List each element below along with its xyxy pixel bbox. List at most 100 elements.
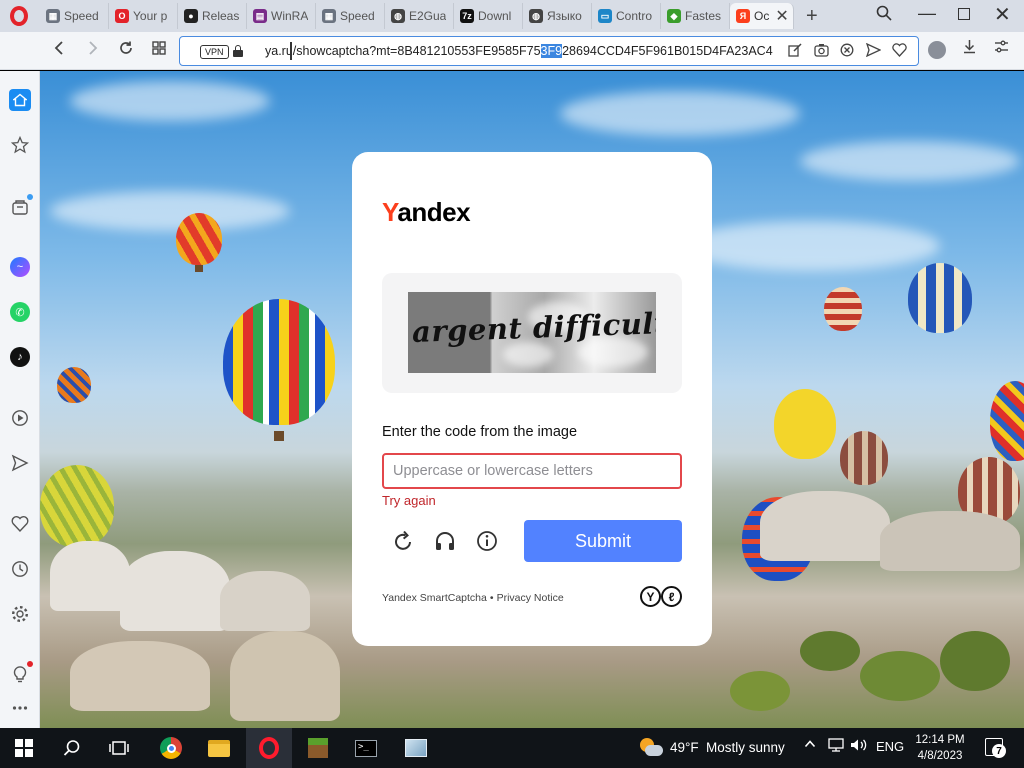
search-icon <box>63 740 80 756</box>
sliders-icon <box>995 40 1008 53</box>
network-icon[interactable] <box>828 738 844 755</box>
taskbar-search-button[interactable] <box>60 736 84 760</box>
lock-icon[interactable] <box>233 45 243 57</box>
profile-avatar-icon[interactable] <box>928 41 946 59</box>
snapshot-button[interactable] <box>814 43 829 60</box>
task-view-button[interactable] <box>107 736 131 760</box>
url-text[interactable]: ya.ru/showcaptcha?mt=8B481210553FE9585F7… <box>265 44 773 58</box>
clock-time: 12:14 PM <box>915 734 965 746</box>
reload-button[interactable] <box>118 40 134 61</box>
hot-air-balloon <box>176 213 222 265</box>
tab-6[interactable]: ◍ E2Gua <box>385 3 454 29</box>
audio-captcha-button[interactable] <box>432 528 458 554</box>
tab-2[interactable]: O Your p <box>109 3 178 29</box>
vpn-badge[interactable]: VPN <box>200 45 229 59</box>
forward-button[interactable] <box>86 40 100 61</box>
sidebar-bookmarks-icon[interactable] <box>9 134 31 156</box>
language-indicator[interactable]: ENG <box>876 739 904 754</box>
sidebar-favorites-icon[interactable] <box>9 513 31 535</box>
ad-blocker-button[interactable] <box>840 43 854 60</box>
yandex-logo: Yandex <box>382 197 471 228</box>
tab-10[interactable]: ◆ Fastes <box>661 3 730 29</box>
opera-logo-icon <box>10 6 28 26</box>
text-cursor-icon <box>288 42 294 60</box>
tab-search-button[interactable] <box>876 5 892 26</box>
opera-menu-button[interactable] <box>6 4 32 28</box>
heart-icon <box>892 43 907 57</box>
captcha-image: argent difficultly <box>408 292 656 373</box>
close-tab-icon[interactable]: ✕ <box>775 6 788 26</box>
monitor-icon: ▭ <box>598 9 612 23</box>
taskbar-minecraft-button[interactable] <box>306 736 330 760</box>
smartcaptcha-brand-link[interactable]: Yandex SmartCaptcha <box>382 592 487 604</box>
taskbar-chrome-button[interactable] <box>159 736 183 760</box>
start-button[interactable] <box>12 736 36 760</box>
tab-label: Releas <box>202 9 240 23</box>
tab-3[interactable]: ● Releas <box>178 3 247 29</box>
grass-block-icon <box>308 738 328 758</box>
maximize-button[interactable] <box>958 8 970 20</box>
bookmark-button[interactable] <box>892 43 907 60</box>
sidebar-tiktok-icon[interactable]: ♪ <box>10 347 30 367</box>
sidebar-send-icon[interactable] <box>9 452 31 474</box>
smartcaptcha-logo-icon: Y ℓ <box>640 586 684 608</box>
hot-air-balloon <box>908 263 972 333</box>
taskbar-opera-button[interactable] <box>246 728 292 768</box>
send-icon <box>865 42 882 58</box>
taskbar-terminal-button[interactable]: >_ <box>354 736 378 760</box>
tab-8[interactable]: ◍ Языко <box>523 3 592 29</box>
hot-air-balloon <box>223 299 335 425</box>
tab-9[interactable]: ▭ Contro <box>592 3 661 29</box>
submit-button[interactable]: Submit <box>524 520 682 562</box>
tab-11[interactable]: Я Oc ✕ <box>730 3 794 29</box>
sidebar-settings-icon[interactable] <box>9 603 31 625</box>
tab-snapshot-button[interactable] <box>151 40 167 61</box>
downloads-button[interactable] <box>962 39 977 58</box>
yandex-icon: Я <box>736 9 750 23</box>
sidebar-tips-icon[interactable] <box>9 661 33 685</box>
yandex-logo-y: Y <box>382 197 398 227</box>
sidebar-player-icon[interactable] <box>9 407 31 429</box>
taskbar-app-button[interactable] <box>404 736 428 760</box>
tab-7[interactable]: 7z Downl <box>454 3 523 29</box>
close-window-button[interactable]: ✕ <box>994 2 1011 27</box>
sidebar-whatsapp-icon[interactable]: ✆ <box>10 302 30 322</box>
privacy-notice-link[interactable]: Privacy Notice <box>497 592 564 604</box>
url-text-before: ya.ru/showcaptcha?mt=8B481210553FE9585F7… <box>265 44 541 58</box>
pencil-icon <box>788 43 802 57</box>
tab-1[interactable]: ▦ Speed <box>40 3 109 29</box>
sidebar-home-icon[interactable] <box>9 89 31 111</box>
sidebar-more-icon[interactable] <box>9 697 31 719</box>
send-button[interactable] <box>865 42 882 60</box>
weather-icon[interactable] <box>640 737 664 759</box>
weather-condition[interactable]: Mostly sunny <box>706 740 785 755</box>
volume-icon[interactable] <box>850 738 868 755</box>
sidebar-messenger-icon[interactable]: ~ <box>10 257 30 277</box>
tab-5[interactable]: ▦ Speed <box>316 3 385 29</box>
windows-logo-icon <box>15 739 33 757</box>
edit-url-button[interactable] <box>788 43 802 60</box>
taskbar-clock[interactable]: 12:14 PM 4/8/2023 <box>912 732 968 764</box>
captcha-info-button[interactable] <box>474 528 500 554</box>
tab-4[interactable]: ▤ WinRA <box>247 3 316 29</box>
hot-air-balloon <box>57 367 91 403</box>
back-button[interactable] <box>52 40 66 61</box>
easy-setup-button[interactable] <box>994 39 1009 58</box>
bluestacks-icon: ◆ <box>667 9 681 23</box>
sidebar-wallet-icon[interactable] <box>9 194 33 218</box>
weather-temperature[interactable]: 49°F <box>670 740 699 755</box>
refresh-icon <box>395 530 411 550</box>
refresh-captcha-button[interactable] <box>390 528 416 554</box>
task-view-icon <box>109 741 129 755</box>
captcha-code-input[interactable] <box>382 453 682 489</box>
sidebar-history-icon[interactable] <box>9 558 31 580</box>
new-tab-button[interactable]: + <box>806 5 818 28</box>
minimize-button[interactable]: — <box>918 3 936 24</box>
captcha-prompt-label: Enter the code from the image <box>382 424 578 440</box>
captcha-card: Yandex argent difficultly Enter the code… <box>352 152 712 646</box>
taskbar-file-explorer-button[interactable] <box>207 736 231 760</box>
show-hidden-icons-button[interactable] <box>804 738 816 753</box>
tab-label: Speed <box>340 9 375 23</box>
url-field[interactable]: VPN ya.ru/showcaptcha?mt=8B481210553FE95… <box>179 36 919 66</box>
tab-label: Contro <box>616 9 653 23</box>
